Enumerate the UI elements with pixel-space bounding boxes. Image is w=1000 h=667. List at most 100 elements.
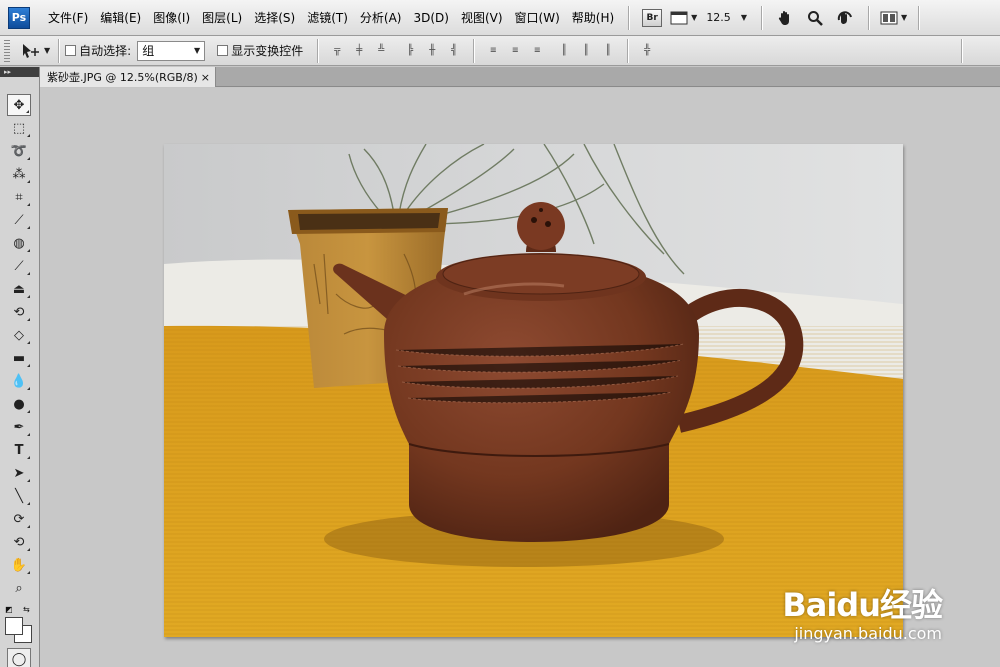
menu-analysis[interactable]: 分析(A) [354,0,408,36]
hand-tool-button[interactable] [773,6,797,30]
history-brush-tool[interactable]: ⟲ [7,301,31,323]
move-tool-icon [23,43,39,58]
gradient-tool[interactable]: ▬ [7,347,31,369]
distribute-right-icon[interactable]: ║ [600,44,616,58]
show-transform-toggle[interactable]: 显示变换控件 [217,42,303,59]
show-transform-label: 显示变换控件 [231,44,304,58]
align-vcenter-icon[interactable]: ╪ [351,44,367,58]
bridge-button[interactable]: Br [640,6,664,30]
auto-select-value: 组 [142,44,155,58]
history-brush-icon: ⟲ [13,304,25,320]
hand-icon: ✋ [10,557,28,573]
hand-icon [778,10,789,25]
gradient-icon: ▬ [12,350,26,366]
screen-mode-icon [670,11,688,24]
clone-stamp-tool[interactable]: ⏏ [7,278,31,300]
default-colors-icon[interactable]: ◩ [5,605,13,614]
dodge-tool[interactable]: ● [7,393,31,415]
move-tool[interactable]: ✥ [7,94,31,116]
align-left-icon[interactable]: ╠ [402,44,418,58]
magic-wand-icon: ⁂ [12,166,26,182]
menu-separator [628,5,630,30]
lasso-tool[interactable]: ➰ [7,140,31,162]
path-select-icon: ➤ [13,465,25,481]
auto-align-icon[interactable]: ╬ [639,44,655,58]
marquee-tool[interactable]: ⬚ [7,117,31,139]
brush-tool[interactable]: ⟋ [7,255,31,277]
foreground-color-swatch[interactable] [5,617,23,635]
healing-brush-tool[interactable]: ◍ [7,232,31,254]
show-transform-checkbox[interactable] [217,45,229,56]
quick-mask-icon: ◯ [11,651,27,667]
menu-layer[interactable]: 图层(L) [196,0,248,36]
type-tool[interactable]: T [7,439,31,461]
menu-separator [918,5,920,30]
hand-tool[interactable]: ✋ [7,554,31,576]
menu-edit[interactable]: 编辑(E) [94,0,147,36]
document-tab-title: 紫砂壶.JPG @ 12.5%(RGB/8) [47,71,198,84]
menu-help[interactable]: 帮助(H) [566,0,620,36]
zoom-tool-button[interactable] [803,6,827,30]
options-separator [317,38,319,63]
tools-panel-header[interactable]: ▸▸ [0,67,39,77]
menu-separator [867,5,869,30]
document-tab-strip: 紫砂壶.JPG @ 12.5%(RGB/8) × [40,67,1000,87]
quick-mask-button[interactable]: ◯ [7,648,31,667]
close-icon[interactable]: × [201,71,210,84]
auto-select-toggle[interactable]: 自动选择: [65,42,131,59]
distribute-left-icon[interactable]: ║ [556,44,572,58]
stamp-icon: ⏏ [12,281,26,297]
options-grip[interactable] [4,39,10,62]
menu-window[interactable]: 窗口(W) [509,0,566,36]
rotate-view-icon [837,10,852,24]
3d-orbit-tool[interactable]: ⟲ [7,531,31,553]
screen-mode-button[interactable]: ▼ [670,6,697,30]
bridge-icon: Br [642,8,663,27]
align-bottom-icon[interactable]: ╩ [373,44,389,58]
document-canvas-image[interactable] [164,144,903,637]
crop-tool[interactable]: ⌗ [7,186,31,208]
chevron-down-icon: ▼ [44,46,51,55]
distribute-bottom-icon[interactable]: ≡ [529,44,545,58]
teapot-photo [164,144,903,637]
menu-select[interactable]: 选择(S) [248,0,301,36]
auto-select-dropdown[interactable]: 组 ▼ [137,40,206,61]
menu-file[interactable]: 文件(F) [42,0,94,36]
menu-filter[interactable]: 滤镜(T) [301,0,354,36]
canvas-workspace[interactable]: Baidu经验 jingyan.baidu.com [40,88,1000,667]
bandage-icon: ◍ [13,235,25,251]
menu-view[interactable]: 视图(V) [455,0,509,36]
eraser-icon: ◇ [14,327,24,343]
distribute-vcenter-icon[interactable]: ≡ [507,44,523,58]
zoom-level-dropdown[interactable]: 12.5 ▼ [706,11,747,24]
blur-tool[interactable]: 💧 [7,370,31,392]
watermark-url: jingyan.baidu.com [794,624,942,643]
dodge-icon: ● [13,396,25,412]
swap-colors-icon[interactable]: ⇆ [23,605,30,614]
options-separator [58,38,60,63]
blur-drop-icon: 💧 [10,373,28,389]
photoshop-logo[interactable]: Ps [8,6,30,29]
pen-tool[interactable]: ✒ [7,416,31,438]
3d-rotate-tool[interactable]: ⟳ [7,508,31,530]
menu-3d[interactable]: 3D(D) [407,0,454,36]
distribute-hcenter-icon[interactable]: ║ [578,44,594,58]
rotate-view-button[interactable] [833,6,857,30]
menu-image[interactable]: 图像(I) [147,0,196,36]
magic-wand-tool[interactable]: ⁂ [7,163,31,185]
path-selection-tool[interactable]: ➤ [7,462,31,484]
arrange-icon [880,11,898,24]
zoom-tool[interactable]: ⌕ [7,577,31,599]
eyedropper-tool[interactable]: ⟋ [7,209,31,231]
tool-preset-picker[interactable]: ▼ [21,39,50,63]
arrange-documents-button[interactable]: ▼ [880,6,907,30]
line-tool[interactable]: ╲ [7,485,31,507]
align-hcenter-icon[interactable]: ╫ [424,44,440,58]
document-tab[interactable]: 紫砂壶.JPG @ 12.5%(RGB/8) × [40,67,216,87]
distribute-top-icon[interactable]: ≡ [485,44,501,58]
line-icon: ╲ [15,488,23,504]
align-right-icon[interactable]: ╣ [446,44,462,58]
auto-select-checkbox[interactable] [65,45,77,56]
eraser-tool[interactable]: ◇ [7,324,31,346]
align-top-icon[interactable]: ╦ [329,44,345,58]
